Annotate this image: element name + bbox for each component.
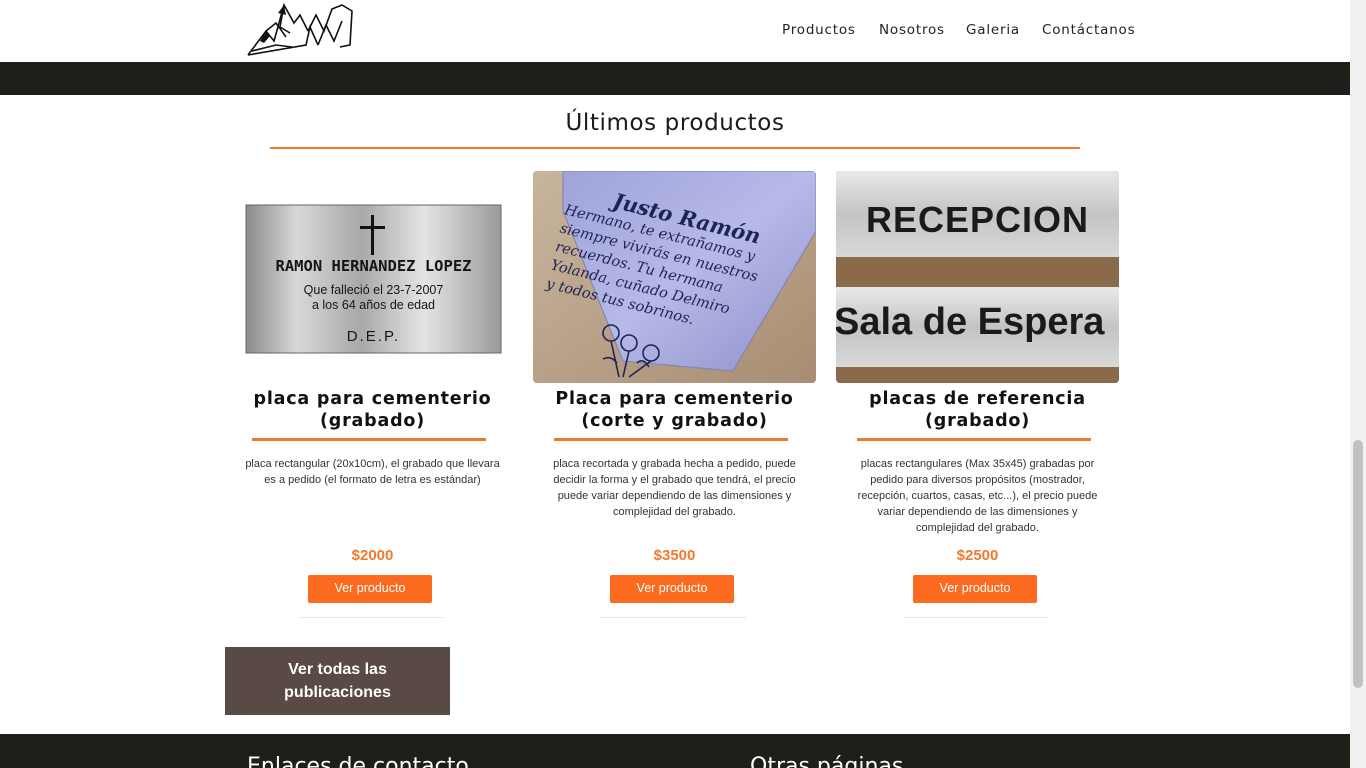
nav-galeria[interactable]: Galeria	[966, 22, 1020, 40]
product-title-line: (grabado)	[319, 411, 426, 431]
scrollbar-thumb[interactable]	[1353, 440, 1363, 688]
plaque-text: D.E.P.	[346, 328, 401, 345]
product-image[interactable]: RAMON HERNANDEZ LOPEZ Que falleció el 23…	[231, 171, 514, 383]
view-product-button[interactable]: Ver producto	[610, 575, 734, 603]
hero-band	[0, 62, 1350, 95]
product-price: $2500	[956, 547, 999, 564]
scrollbar[interactable]	[1350, 0, 1366, 768]
card-bottom-line	[299, 617, 444, 618]
product-description: placa recortada y grabada hecha a pedido…	[553, 458, 796, 518]
product-title-line: (corte y grabado)	[581, 411, 768, 431]
product-card: Justo Ramón Hermano, te extrañamos y sie…	[533, 171, 816, 621]
product-price: $2000	[351, 547, 394, 564]
product-card: RAMON HERNANDEZ LOPEZ Que falleció el 23…	[231, 171, 514, 621]
nav-productos[interactable]: Productos	[782, 22, 856, 40]
view-all-line: Ver todas las	[288, 661, 387, 678]
product-title: Placa para cementerio (corte y grabado)	[533, 388, 816, 432]
footer-contact-heading: Enlaces de contacto	[247, 754, 469, 768]
view-product-button[interactable]: Ver producto	[308, 575, 432, 603]
product-divider	[857, 438, 1091, 441]
product-title: placa para cementerio (grabado)	[231, 388, 514, 432]
plaque-text: a los 64 años de edad	[311, 298, 436, 312]
product-price: $3500	[653, 547, 696, 564]
site-header: Productos Nosotros Galeria Contáctanos	[0, 0, 1350, 62]
view-all-line: publicaciones	[284, 684, 391, 701]
mountain-logo-icon[interactable]	[246, 1, 356, 59]
product-title-line: placa para cementerio	[253, 389, 492, 409]
footer-pages-heading: Otras páginas	[750, 754, 904, 768]
product-title-line: (grabado)	[924, 411, 1031, 431]
plaque-text: Que falleció el 23-7-2007	[303, 283, 444, 297]
card-bottom-line	[601, 617, 746, 618]
site-footer: Enlaces de contacto Otras páginas	[0, 734, 1350, 768]
sign-text: Sala de Espera	[836, 301, 1105, 343]
section-divider	[270, 147, 1080, 149]
product-title-line: placas de referencia	[869, 389, 1086, 409]
nav-contactanos[interactable]: Contáctanos	[1042, 22, 1135, 40]
card-bottom-line	[904, 617, 1049, 618]
view-all-posts-button[interactable]: Ver todas las publicaciones	[225, 647, 450, 715]
view-product-button[interactable]: Ver producto	[913, 575, 1037, 603]
product-image[interactable]: RECEPCION Sala de Espera	[836, 171, 1119, 383]
product-description: placa rectangular (20x10cm), el grabado …	[245, 458, 500, 486]
product-title: placas de referencia (grabado)	[836, 388, 1119, 432]
product-description: placas rectangulares (Max 35x45) grabada…	[857, 458, 1098, 534]
sign-text: RECEPCION	[865, 199, 1090, 240]
nav-nosotros[interactable]: Nosotros	[879, 22, 945, 40]
product-divider	[554, 438, 788, 441]
product-image[interactable]: Justo Ramón Hermano, te extrañamos y sie…	[533, 171, 816, 383]
product-divider	[252, 438, 486, 441]
plaque-name-text: RAMON HERNANDEZ LOPEZ	[275, 257, 472, 275]
product-title-line: Placa para cementerio	[555, 389, 794, 409]
section-title: Últimos productos	[565, 110, 785, 136]
product-card: RECEPCION Sala de Espera placas de refer…	[836, 171, 1119, 621]
